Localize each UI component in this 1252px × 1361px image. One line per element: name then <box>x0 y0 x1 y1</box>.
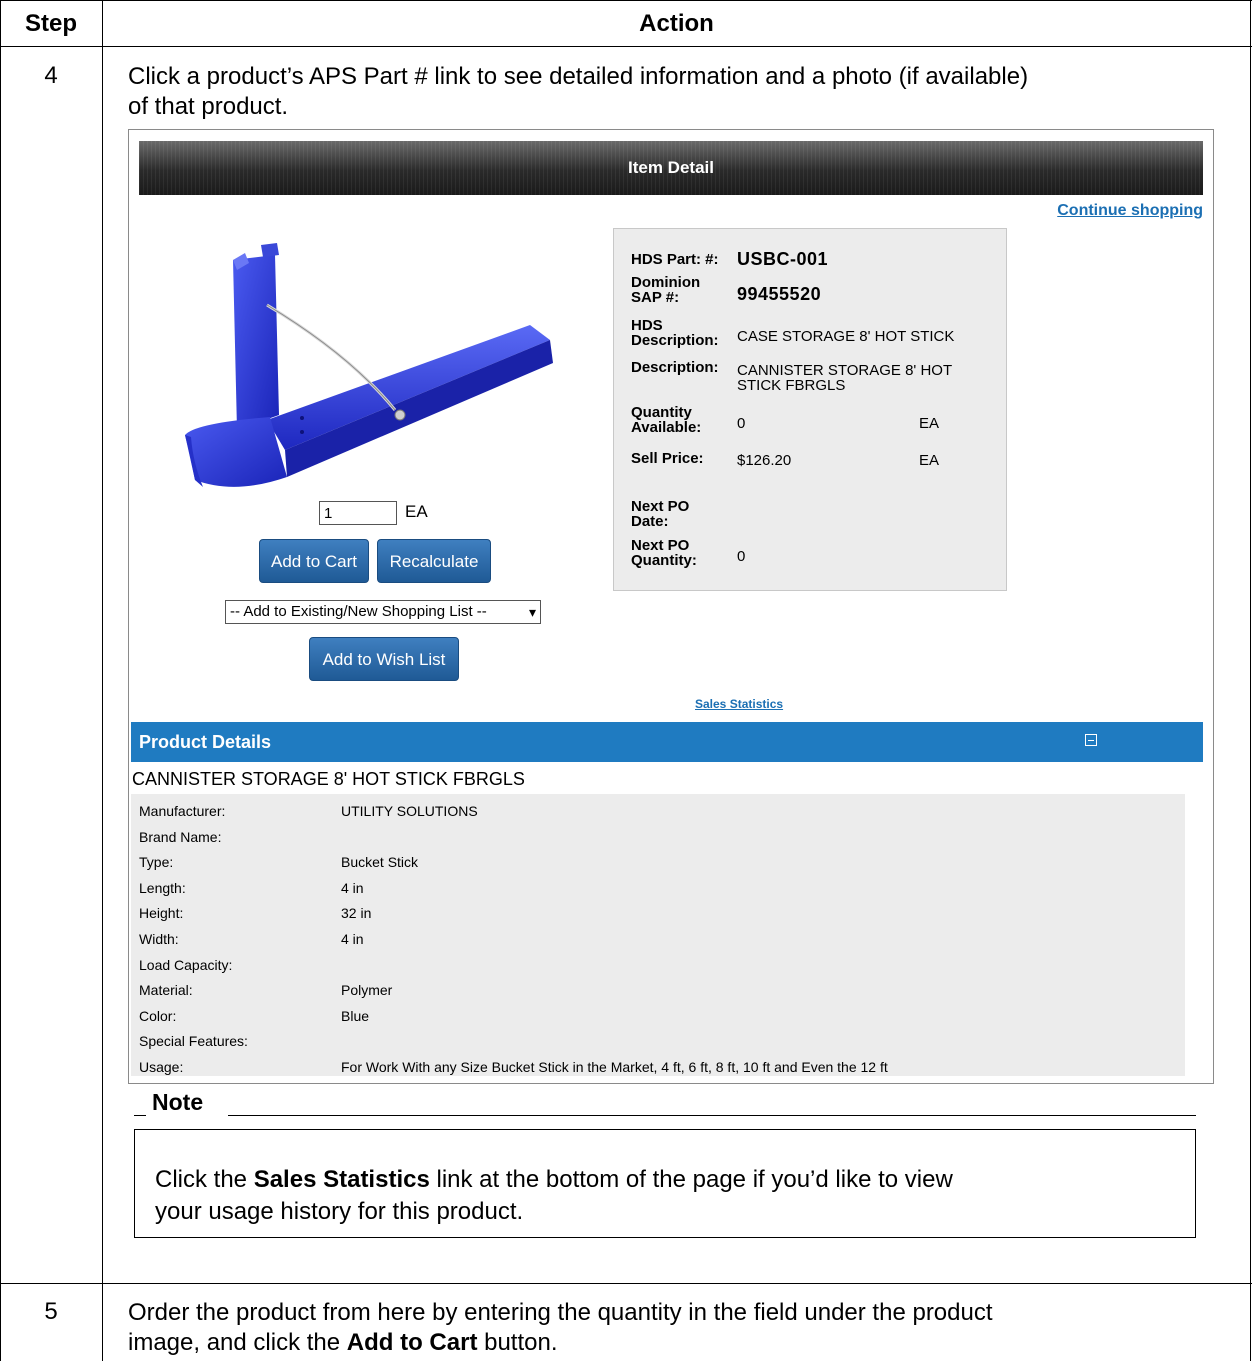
product-photo <box>185 243 553 487</box>
note-text-pre: Click the <box>155 1166 254 1193</box>
product-detail-row: Usage: For Work With any Size Bucket Stic… <box>139 1054 1179 1080</box>
step-5-text-line1: Order the product from here by entering … <box>128 1299 993 1326</box>
description-value-1: CANNISTER STORAGE 8' HOT <box>737 362 953 379</box>
product-detail-row: Material: Polymer <box>139 977 1179 1003</box>
collapse-icon[interactable] <box>1085 734 1097 746</box>
hds-part-label: HDS Part: #: <box>631 251 719 268</box>
table-border-top <box>0 0 1252 1</box>
product-detail-key: Manufacturer: <box>139 803 226 819</box>
item-info-panel: HDS Part: #: USBC-001 Dominion SAP #: 99… <box>613 228 1007 591</box>
quantity-available-uom: EA <box>919 415 940 432</box>
note-text-post: link at the bottom of the page if you’d … <box>429 1166 953 1193</box>
item-detail-header: Item Detail <box>139 141 1203 195</box>
product-detail-value: 32 in <box>341 905 372 922</box>
dominion-sap-label-2: SAP #: <box>631 289 680 306</box>
product-detail-value: 4 in <box>341 879 364 896</box>
product-detail-row: Length: 4 in <box>139 875 1179 901</box>
step-number-5: 5 <box>44 1298 58 1325</box>
product-detail-row: Load Capacity: <box>139 952 1179 978</box>
table-row-divider <box>0 1283 1252 1284</box>
item-detail-screenshot: Item Detail Continue shopping EA Add to … <box>128 129 1214 1084</box>
continue-shopping-link[interactable]: Continue shopping <box>1057 202 1203 220</box>
product-detail-value: Polymer <box>341 982 393 999</box>
sell-price-value: $126.20 <box>737 452 792 469</box>
step-4-text-line1: Click a product’s APS Part # link to see… <box>128 63 1029 90</box>
table-border-right <box>1250 0 1251 1361</box>
product-detail-key: Special Features: <box>139 1033 248 1050</box>
header-action: Action <box>639 10 714 37</box>
next-po-date-label-2: Date: <box>631 513 669 530</box>
note-text-bold: Sales Statistics <box>253 1166 430 1193</box>
product-details-bar[interactable]: Product Details <box>131 722 1203 762</box>
description-value-2: STICK FBRGLS <box>737 377 846 394</box>
note-title-rule-left <box>134 1115 146 1116</box>
quantity-available-value: 0 <box>737 415 746 432</box>
product-detail-row: Brand Name: <box>139 824 1179 850</box>
quantity-available-label-2: Available: <box>631 419 702 436</box>
table-column-divider <box>102 0 103 1361</box>
note-title-rule <box>228 1115 1196 1116</box>
product-detail-key: Brand Name: <box>139 828 222 845</box>
sales-statistics-link[interactable]: Sales Statistics <box>695 697 783 711</box>
chevron-down-icon: ▾ <box>528 604 536 620</box>
product-detail-value: Blue <box>341 1007 370 1024</box>
hds-description-label-1: HDS <box>631 317 663 334</box>
product-details-name: CANNISTER STORAGE 8' HOT STICK FBRGLS <box>132 769 525 789</box>
sell-price-label: Sell Price: <box>631 450 704 467</box>
product-detail-key: Length: <box>139 879 186 896</box>
add-to-wish-list-button[interactable]: Add to Wish List <box>309 637 459 681</box>
quantity-uom: EA <box>405 502 428 521</box>
step-4-text-line2: of that product. <box>128 93 289 120</box>
add-to-cart-button[interactable]: Add to Cart <box>259 539 369 583</box>
product-detail-key: Material: <box>139 982 193 999</box>
product-detail-row: Width: 4 in <box>139 926 1179 952</box>
product-detail-key: Color: <box>139 1007 177 1024</box>
note-text-line2: your usage history for this product. <box>155 1198 524 1225</box>
step-5-text-post: button. <box>477 1329 558 1356</box>
product-detail-key: Height: <box>139 905 184 922</box>
dominion-sap-label-1: Dominion <box>631 274 701 291</box>
step-5-text-bold: Add to Cart <box>346 1329 478 1356</box>
shopping-list-select-value: -- Add to Existing/New Shopping List -- <box>230 603 487 620</box>
product-detail-value: UTILITY SOLUTIONS <box>341 803 478 819</box>
product-detail-key: Width: <box>139 931 179 947</box>
quantity-available-label-1: Quantity <box>631 404 692 421</box>
next-po-quantity-label-2: Quantity: <box>631 552 697 569</box>
step-number-4: 4 <box>44 62 58 89</box>
table-header-divider <box>0 46 1252 47</box>
product-detail-row: Special Features: <box>139 1028 1179 1054</box>
header-step: Step <box>24 10 77 37</box>
product-detail-row: Type: Bucket Stick <box>139 849 1179 875</box>
product-detail-row: Color: Blue <box>139 1003 1179 1029</box>
note-title: Note <box>152 1089 204 1115</box>
hds-part-value: USBC-001 <box>737 249 829 269</box>
next-po-quantity-label-1: Next PO <box>631 537 690 554</box>
item-detail-title: Item Detail <box>628 158 714 177</box>
product-detail-row: Height: 32 in <box>139 900 1179 926</box>
product-detail-value: 4 in <box>341 931 364 947</box>
product-details-title: Product Details <box>139 732 272 752</box>
step-5-text-line2: image, and click the Add to Cart button. <box>128 1328 558 1358</box>
next-po-quantity-value: 0 <box>737 548 746 565</box>
product-detail-value: Bucket Stick <box>341 854 419 871</box>
sell-price-uom: EA <box>919 452 940 469</box>
dominion-sap-value: 99455520 <box>737 284 822 304</box>
product-detail-value: For Work With any Size Bucket Stick in t… <box>341 1059 888 1075</box>
product-detail-key: Type: <box>139 854 174 871</box>
description-label: Description: <box>631 359 719 376</box>
quantity-input[interactable] <box>319 501 397 525</box>
hds-description-value: CASE STORAGE 8' HOT STICK <box>737 328 955 345</box>
table-border-left <box>0 0 1 1361</box>
recalculate-button[interactable]: Recalculate <box>377 539 491 583</box>
note-text: Click the Sales Statistics link at the b… <box>155 1164 1165 1228</box>
product-detail-key: Usage: <box>139 1059 184 1075</box>
product-detail-key: Load Capacity: <box>139 956 233 973</box>
shopping-list-select[interactable]: -- Add to Existing/New Shopping List -- … <box>225 600 541 624</box>
next-po-date-label-1: Next PO <box>631 498 690 515</box>
product-details-table: Manufacturer: UTILITY SOLUTIONS Brand Name… <box>131 794 1185 1076</box>
product-detail-row: Manufacturer: UTILITY SOLUTIONS <box>139 798 1179 824</box>
hds-description-label-2: Description: <box>631 332 719 349</box>
step-5-text-pre: image, and click the <box>128 1329 347 1356</box>
